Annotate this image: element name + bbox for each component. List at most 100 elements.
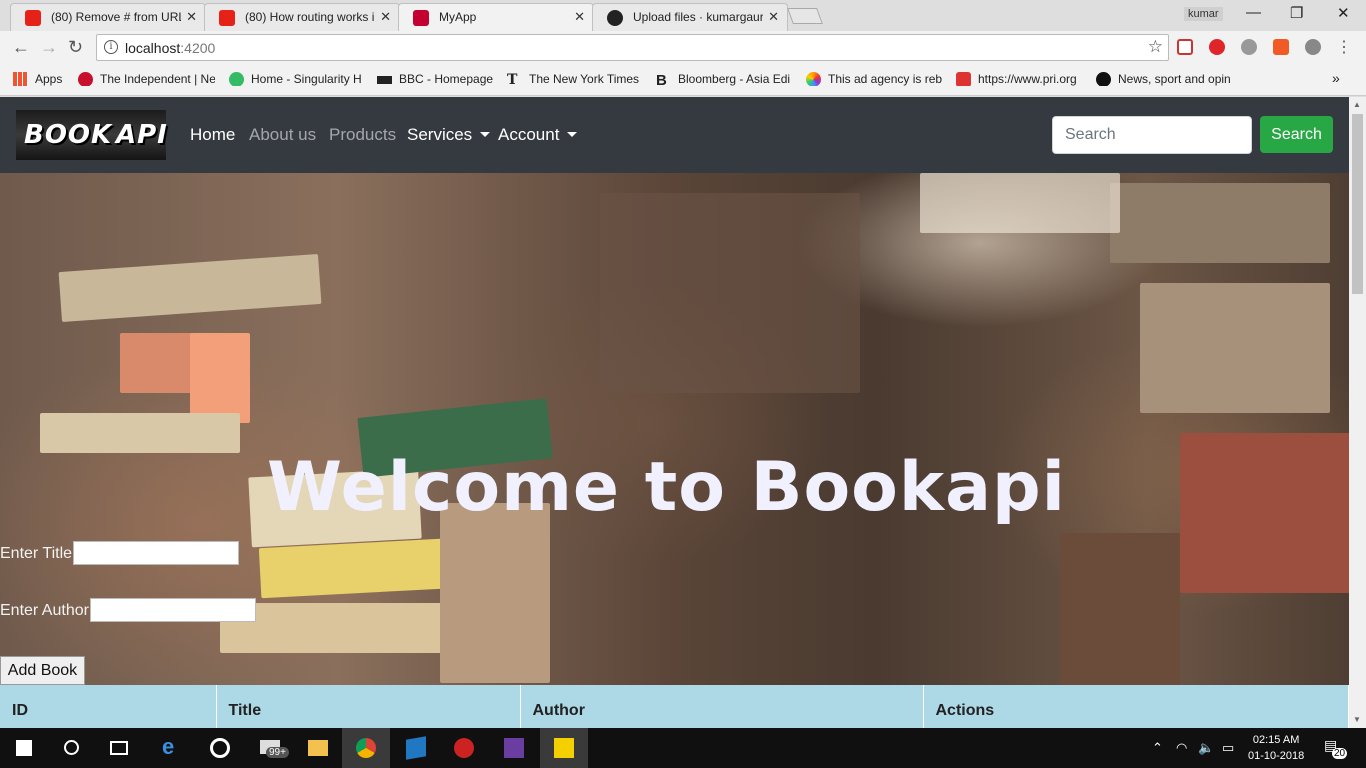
- bookmark-item[interactable]: T The New York Times: [507, 72, 639, 86]
- bookmark-item[interactable]: The Independent | Ne: [78, 72, 215, 86]
- search-circle-icon: [64, 740, 79, 755]
- nav-link-home[interactable]: Home: [190, 125, 235, 145]
- bookmark-item[interactable]: Apps: [13, 72, 73, 86]
- site-logo[interactable]: BOOK API: [16, 110, 168, 160]
- books-table: ID Title Author Actions: [0, 685, 1349, 728]
- nav-dropdown-services[interactable]: Services: [407, 125, 490, 145]
- add-book-button[interactable]: Add Book: [0, 656, 85, 685]
- page-scrollbar[interactable]: ▲ ▼: [1349, 97, 1366, 728]
- author-label: Enter Author:: [0, 602, 94, 619]
- mail-badge: 99+: [266, 747, 289, 758]
- angular-icon: [413, 10, 429, 26]
- navbar-search-button[interactable]: Search: [1260, 116, 1333, 153]
- maximize-icon[interactable]: ❐: [1290, 4, 1303, 22]
- title-input[interactable]: [73, 541, 239, 565]
- close-window-icon[interactable]: ✕: [1337, 4, 1350, 22]
- logo-text-api: API: [116, 120, 168, 150]
- bookmark-item[interactable]: Home - Singularity H: [229, 72, 363, 86]
- author-input[interactable]: [90, 598, 256, 622]
- close-icon[interactable]: ✕: [380, 9, 391, 25]
- bookmark-item[interactable]: BBC - Homepage: [377, 72, 495, 86]
- minimize-icon[interactable]: —: [1246, 4, 1261, 21]
- nav-link-products[interactable]: Products: [329, 125, 396, 145]
- bookmark-item[interactable]: News, sport and opin: [1096, 72, 1230, 86]
- battery-icon[interactable]: ▭: [1222, 740, 1234, 756]
- scroll-down-icon[interactable]: ▼: [1353, 715, 1361, 724]
- bbc-icon: [377, 76, 392, 84]
- taskbar-app-settings[interactable]: [196, 728, 244, 768]
- taskbar-app-explorer[interactable]: [294, 728, 342, 768]
- nav-dropdown-account[interactable]: Account: [498, 125, 577, 145]
- shield-extension-icon[interactable]: [1273, 39, 1289, 55]
- taskbar-app-chrome[interactable]: [342, 728, 390, 768]
- url-text: localhost:4200: [125, 40, 216, 56]
- browser-tab-strip: (80) Remove # from URL ✕ (80) How routin…: [0, 0, 1366, 31]
- chevron-up-icon[interactable]: ⌃: [1152, 740, 1163, 756]
- nav-link-about[interactable]: About us: [249, 125, 316, 145]
- forward-icon[interactable]: →: [40, 37, 58, 58]
- background-book: [58, 253, 322, 323]
- close-icon[interactable]: ✕: [186, 9, 197, 25]
- notification-badge: 20: [1332, 748, 1348, 759]
- start-button[interactable]: [0, 728, 48, 768]
- browser-tab-active[interactable]: MyApp ✕: [398, 3, 594, 31]
- pocket-extension-icon[interactable]: [1177, 39, 1193, 55]
- bookmark-item[interactable]: https://www.pri.org: [956, 72, 1084, 86]
- address-bar[interactable]: i localhost:4200 ☆: [96, 34, 1169, 61]
- system-clock[interactable]: 02:15 AM 01-10-2018: [1248, 732, 1304, 764]
- reload-icon[interactable]: ↻: [68, 37, 83, 58]
- clock-time: 02:15 AM: [1252, 734, 1300, 746]
- taskbar-app-edge[interactable]: e: [148, 728, 196, 768]
- clock-date: 01-10-2018: [1248, 750, 1305, 762]
- bookmark-item[interactable]: This ad agency is reb: [806, 72, 942, 86]
- browser-tab[interactable]: (80) How routing works in ✕: [204, 3, 400, 31]
- logo-text-book: BOOK: [24, 120, 113, 150]
- back-icon[interactable]: ←: [12, 37, 30, 58]
- background-book: [258, 537, 462, 599]
- background-light: [920, 173, 1120, 233]
- settings-gear-icon: [210, 738, 230, 758]
- close-icon[interactable]: ✕: [574, 9, 585, 25]
- task-view-button[interactable]: [96, 728, 144, 768]
- column-header-title: Title: [216, 685, 521, 728]
- wifi-icon[interactable]: ◠: [1176, 740, 1187, 756]
- folder-icon: [308, 740, 328, 756]
- volume-icon[interactable]: 🔈: [1198, 740, 1214, 756]
- taskbar-app-game[interactable]: [490, 728, 538, 768]
- cortana-button[interactable]: [48, 728, 96, 768]
- opera-extension-icon[interactable]: [1209, 39, 1225, 55]
- background-book: [40, 413, 240, 453]
- globe-extension-icon[interactable]: [1241, 39, 1257, 55]
- info-icon[interactable]: i: [104, 40, 118, 54]
- extension-icon[interactable]: [1305, 39, 1321, 55]
- taskbar-app-media[interactable]: [540, 728, 588, 768]
- hero-title: Welcome to Bookapi: [267, 448, 1066, 527]
- profile-user-label[interactable]: kumar: [1184, 7, 1223, 21]
- independent-icon: [78, 72, 93, 86]
- background-shelf: [1110, 183, 1330, 263]
- bookmark-item[interactable]: B Bloomberg - Asia Edi: [656, 72, 792, 86]
- browser-tab[interactable]: (80) Remove # from URL ✕: [10, 3, 206, 31]
- taskbar-app-vscode[interactable]: [392, 728, 440, 768]
- scroll-up-icon[interactable]: ▲: [1353, 100, 1361, 109]
- bookmarks-overflow-button[interactable]: »: [1332, 70, 1340, 86]
- title-label: Enter Title:: [0, 545, 77, 562]
- task-view-icon: [110, 741, 128, 755]
- column-header-author: Author: [520, 685, 924, 728]
- scrollbar-thumb[interactable]: [1352, 114, 1363, 294]
- hero-banner: Welcome to Bookapi Enter Title: Enter Au…: [0, 173, 1349, 728]
- new-tab-button[interactable]: [787, 8, 823, 24]
- column-header-id: ID: [0, 685, 217, 728]
- nav-dropdown-label: Services: [407, 125, 473, 144]
- taskbar-app-downloader[interactable]: [440, 728, 488, 768]
- close-icon[interactable]: ✕: [768, 9, 779, 25]
- browser-tab[interactable]: Upload files · kumargaura ✕: [592, 3, 788, 31]
- taskbar-app-mail[interactable]: 99+: [246, 728, 294, 768]
- menu-kebab-icon[interactable]: ⋮: [1336, 37, 1352, 57]
- tab-label: (80) How routing works in: [245, 10, 375, 24]
- tab-label: (80) Remove # from URL: [51, 10, 181, 24]
- nbc-icon: [806, 72, 821, 86]
- navbar-search-input[interactable]: [1052, 116, 1252, 154]
- bookmark-star-icon[interactable]: ☆: [1148, 37, 1163, 57]
- windows-taskbar: e 99+ ⌃ ◠ 🔈 ▭ 02:15 AM 01-10-2018 ▤ 20: [0, 728, 1366, 768]
